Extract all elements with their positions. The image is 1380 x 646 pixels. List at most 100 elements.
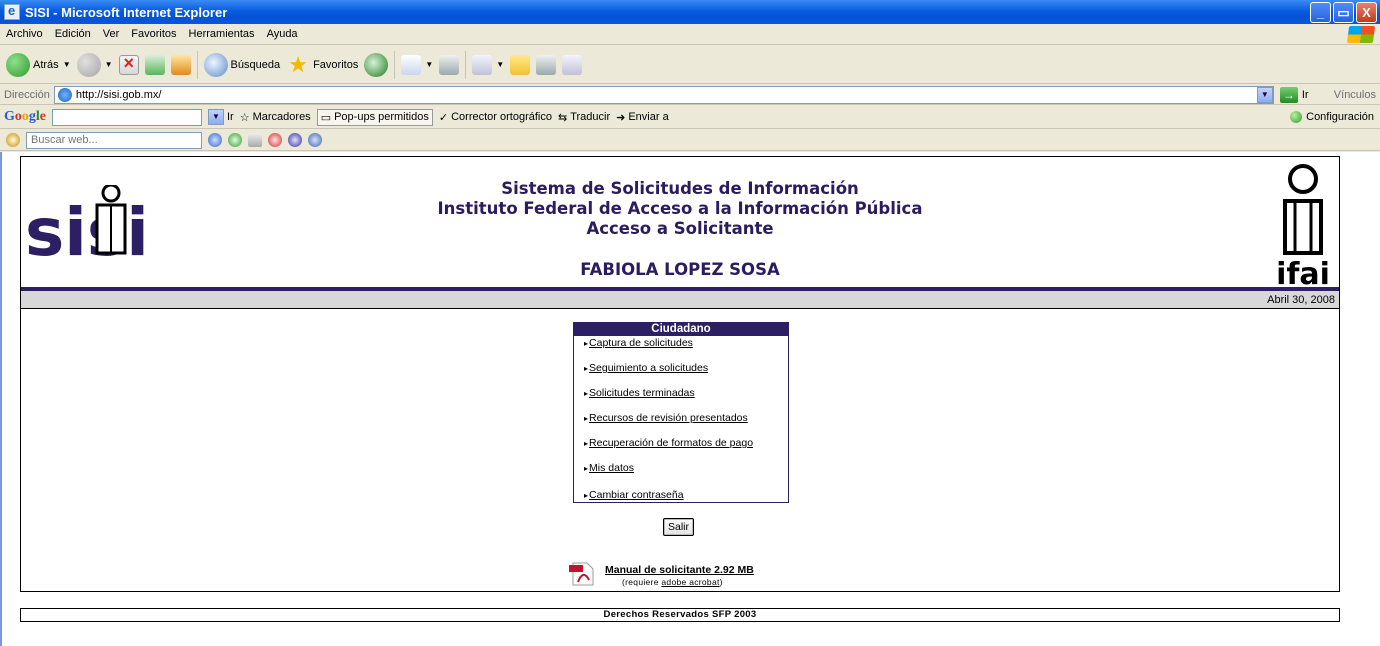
acrobat-requirement: (requiere adobe acrobat) — [622, 577, 723, 587]
send-label: Enviar a — [628, 111, 669, 123]
main-page-frame: sisi ifai Sistema de Solicitudes de Info… — [20, 156, 1340, 592]
menu-herramientas[interactable]: Herramientas — [189, 28, 255, 40]
research-icon[interactable] — [536, 54, 557, 75]
menu-item-captura[interactable]: Captura de solicitudes — [584, 337, 693, 349]
print-icon[interactable] — [439, 54, 460, 75]
page-footer: Derechos Reservados SFP 2003 — [20, 608, 1340, 622]
menu-bar: Archivo Edición Ver Favoritos Herramient… — [0, 24, 1380, 45]
mail-icon[interactable] — [248, 133, 262, 147]
menu-item-recursos[interactable]: Recursos de revisión presentados — [584, 412, 748, 424]
chevron-down-icon[interactable]: ▼ — [63, 60, 71, 69]
home-icon[interactable] — [170, 54, 191, 75]
menu-ayuda[interactable]: Ayuda — [267, 28, 298, 40]
address-input[interactable] — [75, 88, 1257, 101]
search-icon[interactable] — [208, 133, 222, 147]
address-field[interactable]: ▼ — [53, 85, 1274, 104]
back-button[interactable]: Atrás ▼ — [6, 52, 71, 77]
search-icon — [203, 52, 228, 77]
google-logo[interactable]: Google — [4, 109, 46, 125]
menu-edicion[interactable]: Edición — [55, 28, 91, 40]
messenger-icon[interactable] — [562, 54, 583, 75]
google-go-button[interactable]: ▼ Ir — [208, 109, 234, 125]
search-button[interactable]: Búsqueda — [203, 52, 281, 77]
spellcheck-icon: ✓ — [438, 111, 449, 124]
menu-title: Ciudadano — [574, 323, 788, 336]
minimize-button[interactable]: _ — [1310, 2, 1331, 23]
logout-button[interactable]: Salir — [663, 518, 694, 536]
user-name: FABIOLA LOPEZ SOSA — [580, 260, 780, 279]
adobe-acrobat-link[interactable]: adobe acrobat — [661, 577, 719, 587]
web-search-input[interactable] — [26, 131, 202, 149]
menu-item-mis-datos[interactable]: Mis datos — [584, 462, 634, 474]
google-search-input[interactable] — [52, 108, 202, 126]
popups-button[interactable]: ▭ Pop-ups permitidos — [316, 108, 433, 126]
settings-label: Configuración — [1306, 111, 1374, 123]
window-title: SISI - Microsoft Internet Explorer — [25, 4, 228, 20]
web-search-toolbar — [0, 130, 1380, 151]
requires-prefix: (requiere — [622, 577, 662, 587]
toolbar-separator — [196, 50, 198, 79]
word-icon — [472, 54, 493, 75]
close-button[interactable]: X — [1356, 2, 1377, 23]
toolbar-separator — [465, 50, 467, 79]
forward-arrow-icon — [76, 52, 101, 77]
menu-item-seguimiento[interactable]: Seguimiento a solicitudes — [584, 362, 708, 374]
star-outline-icon: ☆ — [239, 111, 250, 124]
chevron-down-icon[interactable]: ▼ — [105, 60, 113, 69]
page-section: Acceso a Solicitante — [586, 219, 774, 238]
menu-item-cambiar-contrasena[interactable]: Cambiar contraseña — [584, 489, 684, 501]
search-label: Búsqueda — [230, 58, 281, 71]
page-icon — [57, 87, 72, 102]
favorites-star-icon: ★ — [288, 51, 308, 77]
settings-button[interactable]: Configuración — [1290, 111, 1374, 123]
favorites-button[interactable]: ★ Favoritos — [286, 51, 359, 77]
page-title-block: Sistema de Solicitudes de Información In… — [21, 179, 1339, 239]
go-button[interactable]: → Ir — [1279, 86, 1309, 103]
menu-ver[interactable]: Ver — [103, 28, 120, 40]
maximize-button[interactable]: ▭ — [1333, 2, 1354, 23]
settings-dot-icon — [1290, 111, 1303, 123]
chevron-down-icon[interactable]: ▼ — [1256, 86, 1273, 103]
date-bar: Abril 30, 2008 — [21, 291, 1339, 309]
page-viewport[interactable]: sisi ifai Sistema de Solicitudes de Info… — [0, 152, 1380, 646]
menu-favoritos[interactable]: Favoritos — [131, 28, 176, 40]
window-titlebar[interactable]: SISI - Microsoft Internet Explorer _ ▭ X — [0, 0, 1380, 24]
bookmarks-button[interactable]: ☆ Marcadores — [240, 111, 311, 124]
spellcheck-button[interactable]: ✓ Corrector ortográfico — [439, 111, 552, 124]
windows-logo-icon — [1346, 26, 1376, 43]
standard-toolbar: Atrás ▼ ▼ Búsqueda ★ Favoritos ▼ ▼ — [0, 46, 1380, 84]
requires-suffix: ) — [719, 577, 723, 587]
media-icon[interactable] — [364, 52, 389, 77]
menu-item-terminadas[interactable]: Solicitudes terminadas — [584, 387, 695, 399]
edit-button[interactable]: ▼ — [472, 54, 505, 75]
page-subtitle: Instituto Federal de Acceso a la Informa… — [437, 199, 923, 218]
translate-button[interactable]: ⇆ Traducir — [558, 111, 610, 124]
refresh-icon[interactable] — [144, 54, 165, 75]
manual-download-link[interactable]: Manual de solicitante 2.92 MB — [605, 564, 754, 576]
mail-button[interactable]: ▼ — [401, 54, 434, 75]
address-label: Dirección — [4, 88, 50, 101]
chevron-down-icon: ▼ — [496, 60, 505, 69]
info-icon[interactable] — [288, 133, 302, 147]
favorites-label: Favoritos — [313, 58, 359, 71]
menu-item-formatos-pago[interactable]: Recuperación de formatos de pago — [584, 437, 753, 449]
google-toolbar: Google ▼ Ir ☆ Marcadores ▭ Pop-ups permiti… — [0, 106, 1380, 129]
toolbar-logo-icon[interactable] — [6, 133, 20, 147]
links-button[interactable]: Vínculos — [1334, 89, 1376, 101]
bookmark-icon[interactable] — [268, 133, 282, 147]
stop-icon[interactable] — [118, 53, 139, 75]
popup-icon: ▭ — [320, 111, 332, 124]
menu-archivo[interactable]: Archivo — [6, 28, 43, 40]
forward-button[interactable]: ▼ — [76, 52, 113, 77]
chevron-down-icon: ▼ — [425, 60, 434, 69]
page-title: Sistema de Solicitudes de Información — [501, 179, 859, 198]
address-bar: Dirección ▼ → Ir Vínculos — [0, 85, 1380, 105]
bookmarks-label: Marcadores — [252, 111, 311, 123]
help-icon[interactable] — [308, 133, 322, 147]
folder-icon[interactable] — [510, 54, 531, 75]
go-arrow-icon: → — [1279, 86, 1298, 103]
add-icon[interactable] — [228, 133, 242, 147]
send-to-button[interactable]: ➜ Enviar a — [616, 111, 669, 124]
google-go-label: Ir — [227, 111, 234, 123]
pdf-icon[interactable] — [569, 562, 595, 586]
